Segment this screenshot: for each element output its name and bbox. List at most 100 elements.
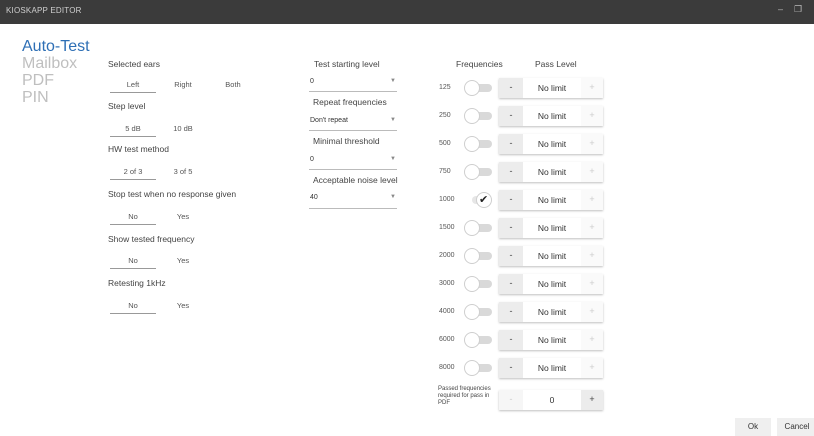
toggle-knob [464,80,480,96]
pass-level-stepper: - No limit + [499,302,603,322]
pass-minus-button[interactable]: - [499,78,523,98]
pass-minus-button[interactable]: - [499,106,523,126]
pass-level-stepper: - No limit + [499,358,603,378]
pass-plus-button[interactable]: + [581,302,603,322]
stop-test-yes-option[interactable]: Yes [168,212,198,221]
pass-minus-button[interactable]: - [499,246,523,266]
repeat-frequencies-select[interactable]: Don't repeat [310,117,348,124]
pass-level-stepper: - No limit + [499,246,603,266]
pass-level-value: No limit [537,363,567,373]
pass-minus-button[interactable]: - [499,190,523,210]
pass-plus-button[interactable]: + [581,358,603,378]
test-starting-level-label: Test starting level [314,59,380,69]
frequency-toggle[interactable] [464,80,494,96]
toggle-knob [464,136,480,152]
pass-minus-button[interactable]: - [499,302,523,322]
pass-level-value: No limit [537,335,567,345]
dropdown-underline [309,208,397,209]
pass-level-stepper: - No limit + [499,78,603,98]
chevron-down-icon[interactable]: ▼ [390,117,396,123]
test-starting-level-select[interactable]: 0 [310,78,314,85]
ears-left-option[interactable]: Left [110,80,156,93]
stop-test-no-option[interactable]: No [110,212,156,225]
minimal-threshold-label: Minimal threshold [313,136,380,146]
show-tested-yes-option[interactable]: Yes [168,256,198,265]
frequencies-header: Frequencies [456,59,503,69]
step-5db-option[interactable]: 5 dB [110,124,156,137]
retesting-yes-option[interactable]: Yes [168,301,198,310]
pass-minus-button[interactable]: - [499,218,523,238]
pass-level-stepper: - No limit + [499,190,603,210]
nav-item-mailbox[interactable]: Mailbox [22,55,90,72]
hw-2of3-option[interactable]: 2 of 3 [110,167,156,180]
frequency-label: 1500 [439,224,455,231]
dropdown-underline [309,130,397,131]
step-10db-option[interactable]: 10 dB [168,124,198,133]
pass-plus-button[interactable]: + [581,190,603,210]
hw-3of5-option[interactable]: 3 of 5 [168,167,198,176]
frequency-toggle[interactable] [464,108,494,124]
pass-minus-button[interactable]: - [499,134,523,154]
pass-plus-button[interactable]: + [581,218,603,238]
pass-plus-button[interactable]: + [581,134,603,154]
pass-level-value: No limit [537,139,567,149]
pass-level-value: No limit [537,307,567,317]
ears-right-option[interactable]: Right [168,80,198,89]
acceptable-noise-select[interactable]: 40 [310,194,318,201]
pass-plus-button[interactable]: + [581,106,603,126]
toggle-knob [464,332,480,348]
frequency-label: 4000 [439,308,455,315]
nav-item-pdf[interactable]: PDF [22,72,90,89]
chevron-down-icon[interactable]: ▼ [390,78,396,84]
frequency-toggle[interactable] [464,136,494,152]
pass-level-stepper: - No limit + [499,162,603,182]
pass-minus-button[interactable]: - [499,162,523,182]
passed-minus-button[interactable]: - [499,390,523,410]
ok-button[interactable]: Ok [735,418,771,436]
pass-plus-button[interactable]: + [581,330,603,350]
frequency-toggle[interactable] [464,332,494,348]
pass-plus-button[interactable]: + [581,162,603,182]
toggle-knob [464,220,480,236]
frequency-toggle[interactable] [464,248,494,264]
nav-item-pin[interactable]: PIN [22,89,90,106]
minimize-icon[interactable]: – [778,4,783,14]
frequency-toggle[interactable] [464,276,494,292]
frequency-toggle[interactable] [464,304,494,320]
retesting-no-option[interactable]: No [110,301,156,314]
pass-plus-button[interactable]: + [581,274,603,294]
frequency-label: 2000 [439,252,455,259]
pass-plus-button[interactable]: + [581,246,603,266]
maximize-icon[interactable]: ❐ [794,4,802,15]
passed-plus-button[interactable]: + [581,390,603,410]
pass-level-value: No limit [537,111,567,121]
hw-test-method-label: HW test method [108,144,169,154]
selected-ears-label: Selected ears [108,59,160,69]
repeat-frequencies-label: Repeat frequencies [313,97,387,107]
pass-minus-button[interactable]: - [499,358,523,378]
toggle-knob [464,164,480,180]
frequency-toggle[interactable] [464,164,494,180]
minimal-threshold-select[interactable]: 0 [310,156,314,163]
nav-item-auto-test[interactable]: Auto-Test [22,38,90,55]
frequency-label: 500 [439,140,451,147]
chevron-down-icon[interactable]: ▼ [390,156,396,162]
window-title: KIOSKAPP EDITOR [6,6,82,15]
toggle-knob [464,304,480,320]
pass-level-header: Pass Level [535,59,577,69]
frequency-toggle[interactable] [464,192,494,208]
passed-required-label: Passed frequencies required for pass in … [438,386,491,406]
show-tested-no-option[interactable]: No [110,256,156,269]
ears-both-option[interactable]: Both [220,80,246,89]
frequency-toggle[interactable] [464,360,494,376]
pass-level-value: No limit [537,195,567,205]
frequency-label: 8000 [439,364,455,371]
pass-minus-button[interactable]: - [499,330,523,350]
frequency-toggle[interactable] [464,220,494,236]
cancel-button[interactable]: Cancel [777,418,814,436]
chevron-down-icon[interactable]: ▼ [390,194,396,200]
pass-level-value: No limit [537,167,567,177]
frequency-label: 250 [439,112,451,119]
pass-minus-button[interactable]: - [499,274,523,294]
pass-plus-button[interactable]: + [581,78,603,98]
